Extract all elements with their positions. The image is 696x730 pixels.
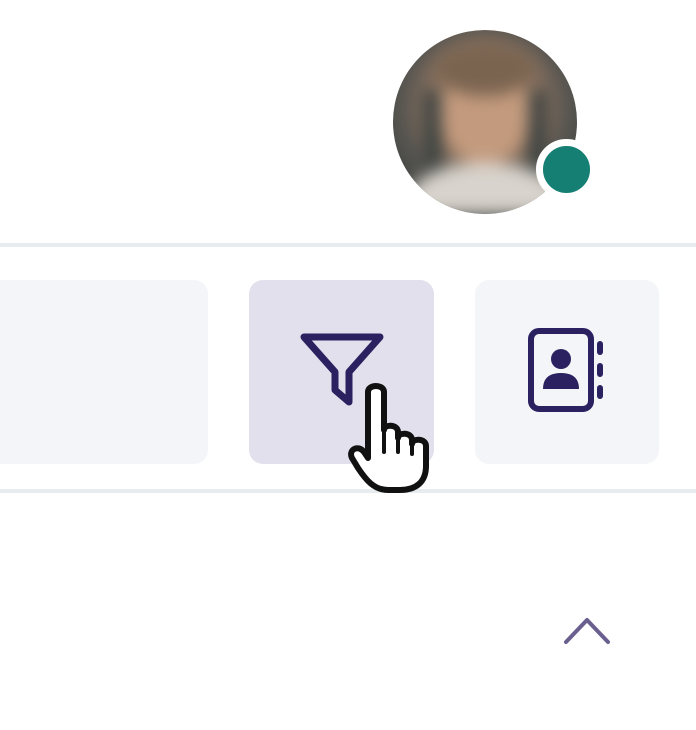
contact-book-icon [527,327,607,418]
search-slot[interactable] [0,280,208,464]
collapse-chevron-button[interactable] [560,612,614,648]
contacts-button[interactable] [475,280,659,464]
avatar-container[interactable] [393,30,597,214]
divider-top [0,243,696,247]
filter-button[interactable] [249,280,434,464]
online-status-badge [536,139,597,200]
filter-funnel-icon [299,332,385,413]
divider-bottom [0,489,696,493]
chevron-up-icon [560,618,614,652]
